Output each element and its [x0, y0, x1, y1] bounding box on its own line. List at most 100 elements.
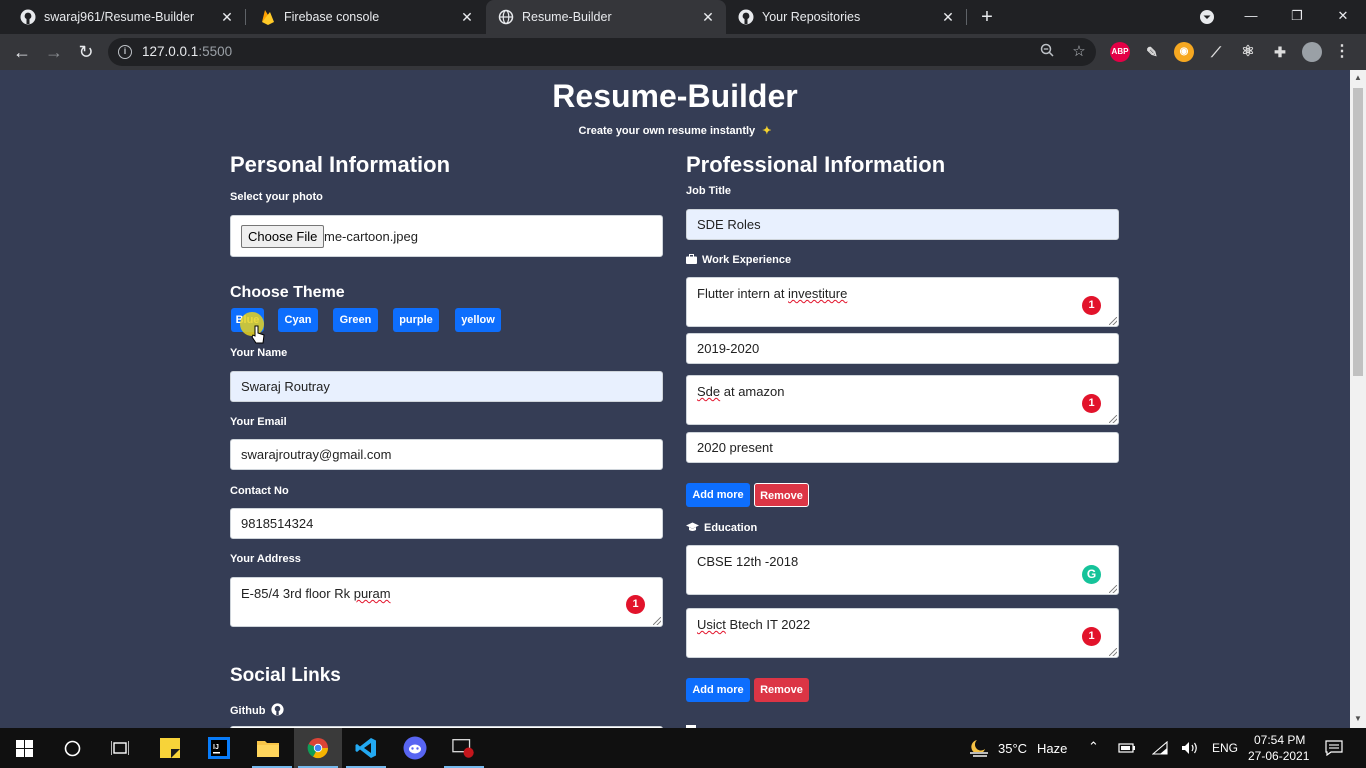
weather-moon-icon[interactable] [967, 736, 991, 760]
job-title-input[interactable]: SDE Roles [686, 209, 1119, 240]
remove-work-button[interactable]: Remove [754, 483, 809, 507]
name-label: Your Name [230, 347, 288, 359]
scroll-down-arrow-icon[interactable]: ▼ [1354, 715, 1362, 723]
minimize-icon[interactable]: — [1228, 0, 1274, 34]
address-bar[interactable]: i 127.0.0.1:5500 ☆ [108, 38, 1096, 66]
email-input[interactable]: swarajroutray@gmail.com [230, 439, 663, 470]
back-arrow-icon[interactable]: ← [10, 40, 34, 64]
remove-education-button[interactable]: Remove [754, 678, 809, 702]
personal-info-heading: Personal Information [230, 152, 451, 177]
chrome-icon[interactable] [306, 736, 330, 760]
weather-desc[interactable]: Haze [1037, 741, 1067, 756]
clock-time[interactable]: 07:54 PM [1254, 733, 1305, 747]
adblock-plus-icon[interactable]: ABP [1110, 42, 1130, 62]
recorder-app-icon[interactable] [452, 736, 476, 760]
grammar-error-badge[interactable]: 1 [1082, 627, 1101, 646]
graduation-cap-icon [686, 522, 699, 535]
reload-icon[interactable]: ↻ [74, 40, 98, 64]
close-tab-icon[interactable]: ✕ [219, 9, 235, 25]
weather-temp[interactable]: 35°C [998, 741, 1027, 756]
url-text[interactable]: 127.0.0.1:5500 [142, 44, 232, 59]
new-tab-plus-icon[interactable]: + [977, 6, 997, 28]
photo-label: Select your photo [230, 191, 323, 203]
scrollbar-thumb[interactable] [1353, 88, 1363, 376]
file-explorer-icon[interactable] [256, 736, 280, 760]
selected-file-name: me-cartoon.jpeg [324, 229, 418, 244]
notification-center-icon[interactable] [1322, 736, 1346, 760]
menu-dots-icon[interactable]: ⋮ [1332, 42, 1352, 62]
search-circle-icon[interactable] [60, 736, 84, 760]
theme-yellow-button[interactable]: yellow [455, 308, 501, 332]
volume-icon[interactable] [1178, 736, 1202, 760]
work-description-textarea[interactable]: Flutter intern at investiture 1 [686, 277, 1119, 327]
education-textarea[interactable]: Usict Btech IT 2022 1 [686, 608, 1119, 658]
close-tab-icon[interactable]: ✕ [459, 9, 475, 25]
clock-date[interactable]: 27-06-2021 [1248, 749, 1309, 763]
briefcase-icon [686, 254, 697, 267]
grammar-error-badge[interactable]: 1 [1082, 394, 1101, 413]
zoom-icon[interactable] [1038, 43, 1056, 61]
work-duration-input[interactable]: 2019-2020 [686, 333, 1119, 364]
battery-icon[interactable] [1115, 736, 1139, 760]
resize-handle[interactable] [1109, 585, 1117, 593]
windows-taskbar: IJ 35°C Haze ⌃ ENG 07:54 PM 27-06-2021 [0, 728, 1366, 768]
theme-purple-button[interactable]: purple [393, 308, 439, 332]
contact-input[interactable]: 9818514324 [230, 508, 663, 539]
education-textarea[interactable]: CBSE 12th -2018 G [686, 545, 1119, 595]
grammarly-icon[interactable]: G [1082, 565, 1101, 584]
feather-extension-icon[interactable]: ⟋ [1206, 42, 1226, 62]
choose-theme-heading: Choose Theme [230, 284, 345, 301]
bookmark-star-icon[interactable]: ☆ [1070, 43, 1088, 61]
close-tab-icon[interactable]: ✕ [700, 9, 716, 25]
glasses-extension-icon[interactable]: ◉ [1174, 42, 1194, 62]
resize-handle[interactable] [1109, 415, 1117, 423]
address-textarea[interactable]: E-85/4 3rd floor Rk puram 1 [230, 577, 663, 627]
grammar-error-badge[interactable]: 1 [626, 595, 645, 614]
work-duration-input[interactable]: 2020 present [686, 432, 1119, 463]
theme-cyan-button[interactable]: Cyan [278, 308, 318, 332]
tab-resume-builder[interactable]: Resume-Builder ✕ [486, 0, 726, 34]
add-more-education-button[interactable]: Add more [686, 678, 750, 702]
restore-icon[interactable]: ❐ [1274, 0, 1320, 34]
education-label: Education [686, 522, 757, 535]
wifi-icon[interactable] [1148, 736, 1172, 760]
name-input[interactable]: Swaraj Routray [230, 371, 663, 402]
resize-handle[interactable] [1109, 648, 1117, 656]
tab-search-icon[interactable] [1184, 0, 1230, 34]
work-description-textarea[interactable]: Sde at amazon 1 [686, 375, 1119, 425]
add-more-work-button[interactable]: Add more [686, 483, 750, 507]
task-view-icon[interactable] [108, 736, 132, 760]
scroll-up-arrow-icon[interactable]: ▲ [1354, 74, 1362, 82]
react-devtools-icon[interactable]: ⚛ [1238, 42, 1258, 62]
close-tab-icon[interactable]: ✕ [940, 9, 956, 25]
forward-arrow-icon[interactable]: → [42, 40, 66, 64]
tab-firebase-console[interactable]: Firebase console ✕ [240, 0, 485, 34]
photo-file-input[interactable]: Choose File me-cartoon.jpeg [230, 215, 663, 257]
discord-icon[interactable] [403, 736, 427, 760]
choose-file-button[interactable]: Choose File [241, 225, 325, 248]
sticky-notes-icon[interactable] [158, 736, 182, 760]
page-scrollbar[interactable]: ▲ ▼ [1350, 70, 1366, 728]
resize-handle[interactable] [653, 617, 661, 625]
pen-extension-icon[interactable]: ✎ [1142, 42, 1162, 62]
site-info-icon[interactable]: i [118, 45, 132, 59]
theme-green-button[interactable]: Green [333, 308, 378, 332]
tab-separator [966, 9, 967, 25]
extensions-puzzle-icon[interactable]: ✚ [1270, 42, 1290, 62]
tab-resume-builder-repo[interactable]: swaraj961/Resume-Builder ✕ [0, 0, 245, 34]
intellij-icon[interactable]: IJ [207, 736, 231, 760]
github-icon [738, 9, 754, 25]
input-language[interactable]: ENG [1212, 741, 1238, 755]
social-links-heading: Social Links [230, 665, 341, 686]
email-label: Your Email [230, 416, 287, 428]
tray-chevron-up-icon[interactable]: ⌃ [1088, 739, 1099, 755]
work-experience-label: Work Experience [686, 254, 791, 267]
grammar-error-badge[interactable]: 1 [1082, 296, 1101, 315]
resize-handle[interactable] [1109, 317, 1117, 325]
profile-avatar[interactable] [1302, 42, 1322, 62]
windows-start-icon[interactable] [12, 736, 36, 760]
tab-your-repositories[interactable]: Your Repositories ✕ [726, 0, 966, 34]
vscode-icon[interactable] [354, 736, 378, 760]
github-label: Github [230, 703, 284, 719]
window-close-icon[interactable]: ✕ [1320, 0, 1366, 34]
